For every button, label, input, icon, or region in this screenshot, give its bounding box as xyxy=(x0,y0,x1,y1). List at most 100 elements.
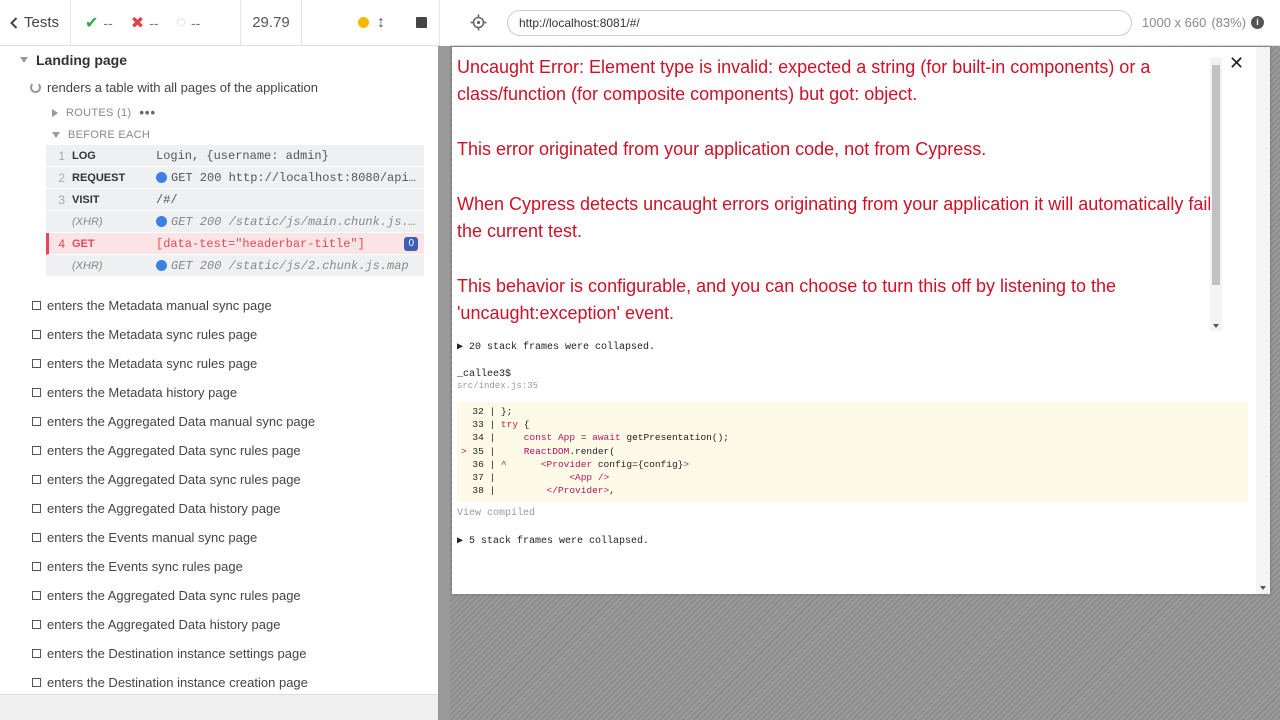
command-row[interactable]: 2 REQUEST GET 200 http://localhost:8080/ap… xyxy=(46,167,424,189)
pending-square-icon xyxy=(32,620,41,629)
aut-iframe: Uncaught Error: Element type is invalid:… xyxy=(452,47,1270,594)
pending-test-item[interactable]: enters the Destination instance settings… xyxy=(32,639,315,668)
more-icon[interactable]: ••• xyxy=(139,105,156,120)
viewport-scale: (83%) xyxy=(1211,15,1247,30)
command-message-text: Login, {username: admin} xyxy=(156,148,329,163)
command-message-text: GET 200 /static/js/main.chunk.js.... xyxy=(171,214,416,229)
pending-test-item[interactable]: enters the Aggregated Data sync rules pa… xyxy=(32,581,315,610)
pending-square-icon xyxy=(32,504,41,513)
command-message: [data-test="headerbar-title"] xyxy=(156,237,424,251)
error-message-box: Uncaught Error: Element type is invalid:… xyxy=(457,54,1222,332)
viewport-info: 1000 x 660 (83%) i xyxy=(1142,15,1265,30)
pending-test-item[interactable]: enters the Events manual sync page xyxy=(32,523,315,552)
error-box-scrollbar[interactable] xyxy=(1210,57,1222,331)
command-log: 1 LOG Login, {username: admin} 2 REQUEST GET … xyxy=(46,145,424,277)
viewport-size: 1000 x 660 xyxy=(1142,15,1207,30)
element-count-badge: 0 xyxy=(404,237,418,251)
pending-stat: ◌ -- xyxy=(176,14,200,32)
before-each-section-header[interactable]: BEFORE EACH xyxy=(52,129,150,141)
code-line: 37 | <App /> xyxy=(461,472,610,484)
command-message-text: GET 200 /static/js/2.chunk.js.map xyxy=(171,258,409,273)
suite-title[interactable]: Landing page xyxy=(20,52,127,68)
reporter-body: Landing page renders a table with all pa… xyxy=(0,46,438,694)
pending-test-item[interactable]: enters the Metadata manual sync page xyxy=(32,291,315,320)
command-message-text: [data-test="headerbar-title"] xyxy=(156,236,365,251)
pending-square-icon xyxy=(32,359,41,368)
failed-stat: ✖ -- xyxy=(131,13,159,33)
pending-test-item[interactable]: enters the Destination instance creation… xyxy=(32,668,315,694)
pending-test-item[interactable]: enters the Aggregated Data sync rules pa… xyxy=(32,436,315,465)
command-row[interactable]: 4 GET [data-test="headerbar-title"] 0 xyxy=(46,233,424,255)
view-compiled-link[interactable]: View compiled xyxy=(457,508,535,519)
pending-test-item[interactable]: enters the Metadata sync rules page xyxy=(32,349,315,378)
command-name: (XHR) xyxy=(72,215,103,228)
pending-test-item[interactable]: enters the Aggregated Data history page xyxy=(32,610,315,639)
command-name: (XHR) xyxy=(72,259,103,272)
stack-frame-file[interactable]: src/index.js:35 xyxy=(457,381,538,391)
command-row[interactable]: 1 LOG Login, {username: admin} xyxy=(46,145,424,167)
pending-test-item[interactable]: enters the Aggregated Data sync rules pa… xyxy=(32,465,315,494)
check-icon: ✔ xyxy=(85,14,99,32)
code-line: 36 | ^ <Provider config={config}> xyxy=(461,458,690,470)
pending-test-label: enters the Metadata sync rules page xyxy=(47,327,258,342)
command-row[interactable]: (XHR) GET 200 /static/js/main.chunk.js...… xyxy=(46,211,424,233)
scrollbar-thumb[interactable] xyxy=(1212,65,1220,285)
pending-test-item[interactable]: enters the Aggregated Data history page xyxy=(32,494,315,523)
close-icon[interactable]: ✕ xyxy=(1229,54,1244,72)
tests-button[interactable]: Tests xyxy=(0,0,71,45)
stack-frame-function: _callee3$ xyxy=(457,369,512,380)
pending-test-item[interactable]: enters the Events sync rules page xyxy=(32,552,315,581)
test-stats: ✔ -- ✖ -- ◌ -- xyxy=(71,0,241,45)
error-note: When Cypress detects uncaught errors ori… xyxy=(457,194,1212,241)
pending-square-icon xyxy=(32,533,41,542)
command-message: GET 200 /static/js/main.chunk.js.... xyxy=(156,215,424,229)
pending-test-item[interactable]: enters the Metadata history page xyxy=(32,378,315,407)
pending-test-label: enters the Aggregated Data history page xyxy=(47,501,281,516)
reporter-resize-handle[interactable] xyxy=(438,46,450,720)
chevron-left-icon xyxy=(10,16,18,29)
command-row[interactable]: 3 VISIT /#/ xyxy=(46,189,424,211)
selector-playground-icon[interactable] xyxy=(470,14,487,31)
pending-test-item[interactable]: enters the Metadata sync rules page xyxy=(32,320,315,349)
reporter-header: Tests ✔ -- ✖ -- ◌ -- 29.79 ↕ xyxy=(0,0,440,46)
suite-title-label: Landing page xyxy=(36,52,127,68)
pending-square-icon xyxy=(32,417,41,426)
caret-right-icon xyxy=(52,108,58,117)
auto-scroll-toggle-icon[interactable]: ↕ xyxy=(374,14,388,32)
pending-test-item[interactable]: enters the Aggregated Data manual sync p… xyxy=(32,407,315,436)
collapsed-frames-toggle[interactable]: ▶ 20 stack frames were collapsed. xyxy=(457,341,655,353)
pending-square-icon xyxy=(32,388,41,397)
command-row[interactable]: (XHR) GET 200 /static/js/2.chunk.js.map xyxy=(46,255,424,277)
pending-test-list: enters the Metadata manual sync page ente… xyxy=(32,291,315,694)
command-name: LOG xyxy=(72,149,96,162)
scroll-down-icon[interactable] xyxy=(1213,324,1219,328)
scroll-down-icon[interactable] xyxy=(1260,586,1266,590)
routes-section-header[interactable]: ROUTES (1) ••• xyxy=(52,105,156,120)
code-line: 32 | }; xyxy=(461,406,513,417)
active-test[interactable]: renders a table with all pages of the ap… xyxy=(30,80,318,95)
pending-test-label: enters the Destination instance creation… xyxy=(47,675,308,690)
spinner-icon xyxy=(30,82,41,93)
pending-test-label: enters the Metadata sync rules page xyxy=(47,356,258,371)
pending-test-label: enters the Aggregated Data manual sync p… xyxy=(47,414,316,429)
info-icon[interactable]: i xyxy=(1251,16,1265,29)
pending-square-icon xyxy=(32,562,41,571)
passed-count: -- xyxy=(103,14,113,31)
stop-button[interactable] xyxy=(416,17,427,28)
code-snippet: 32 | }; 33 | try { 34 | const App = awai… xyxy=(457,402,1248,502)
pending-test-label: enters the Aggregated Data history page xyxy=(47,617,281,632)
overlay-scrollbar[interactable] xyxy=(1256,47,1270,594)
pending-square-icon xyxy=(32,330,41,339)
duration-display: 29.79 xyxy=(241,0,302,45)
command-number: 2 xyxy=(58,170,65,185)
error-message: Uncaught Error: Element type is invalid:… xyxy=(457,57,1151,104)
pending-square-icon xyxy=(32,446,41,455)
running-status-icon xyxy=(358,17,369,28)
code-line: 34 | const App = await getPresentation()… xyxy=(461,432,729,444)
command-message: /#/ xyxy=(156,193,424,207)
collapsed-frames-toggle[interactable]: ▶ 5 stack frames were collapsed. xyxy=(457,535,649,547)
pending-test-label: enters the Metadata manual sync page xyxy=(47,298,272,313)
url-bar[interactable]: http://localhost:8081/#/ xyxy=(507,10,1132,36)
active-test-label: renders a table with all pages of the ap… xyxy=(47,80,319,95)
error-note: This behavior is configurable, and you c… xyxy=(457,276,1117,323)
